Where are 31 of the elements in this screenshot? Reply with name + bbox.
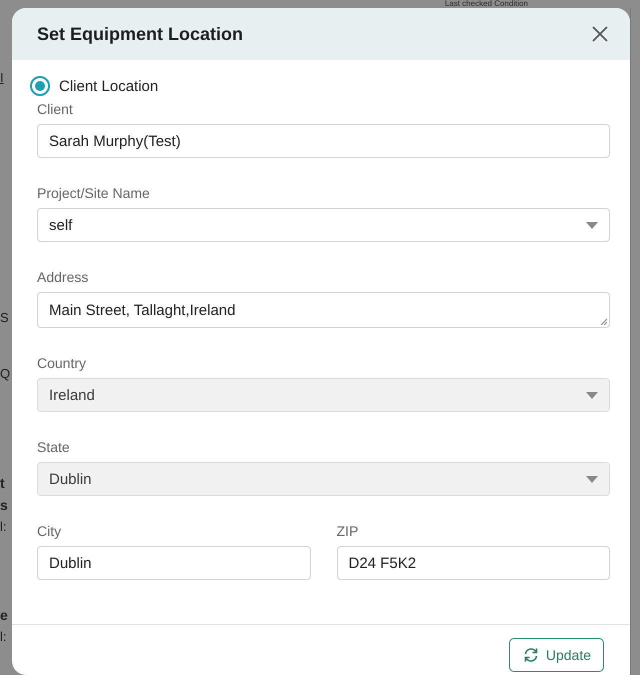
field-label: Address bbox=[37, 268, 90, 286]
dropdown-caret-icon bbox=[586, 392, 598, 398]
text: l: bbox=[0, 519, 8, 535]
field-label: City bbox=[37, 522, 62, 540]
text: s bbox=[0, 497, 9, 513]
field-label: Project/Site Name bbox=[37, 184, 151, 202]
text: t bbox=[0, 475, 6, 491]
field-label: State bbox=[37, 438, 71, 456]
column-header: Last checked Condition bbox=[444, 0, 528, 8]
text: l: bbox=[0, 629, 8, 645]
dropdown-caret-icon bbox=[586, 222, 598, 228]
field-label: ZIP bbox=[336, 522, 360, 540]
link[interactable]: I bbox=[0, 70, 12, 86]
radio-button[interactable] bbox=[30, 76, 50, 96]
text: e bbox=[0, 607, 9, 623]
dialog-title: Set Equipment Location bbox=[37, 24, 244, 44]
resize-grip-icon bbox=[600, 318, 607, 325]
radio-label[interactable]: Client Location bbox=[59, 78, 158, 94]
input-field[interactable]: Sarah Murphy(Test) bbox=[37, 124, 610, 158]
input-field[interactable]: D24 F5K2 bbox=[336, 546, 610, 580]
text: S bbox=[0, 310, 10, 326]
input-field[interactable]: Dublin bbox=[37, 546, 310, 580]
close-icon[interactable] bbox=[592, 26, 608, 42]
dropdown-caret-icon bbox=[586, 476, 598, 482]
update-button[interactable]: Update bbox=[508, 638, 604, 672]
text: Q bbox=[0, 366, 12, 382]
text-area[interactable]: Main Street, Tallaght,Ireland bbox=[37, 292, 610, 328]
refresh-icon bbox=[522, 646, 540, 664]
field-label: Client bbox=[37, 100, 74, 118]
field-label: Country bbox=[37, 354, 88, 372]
dropdown[interactable]: self bbox=[37, 208, 610, 242]
